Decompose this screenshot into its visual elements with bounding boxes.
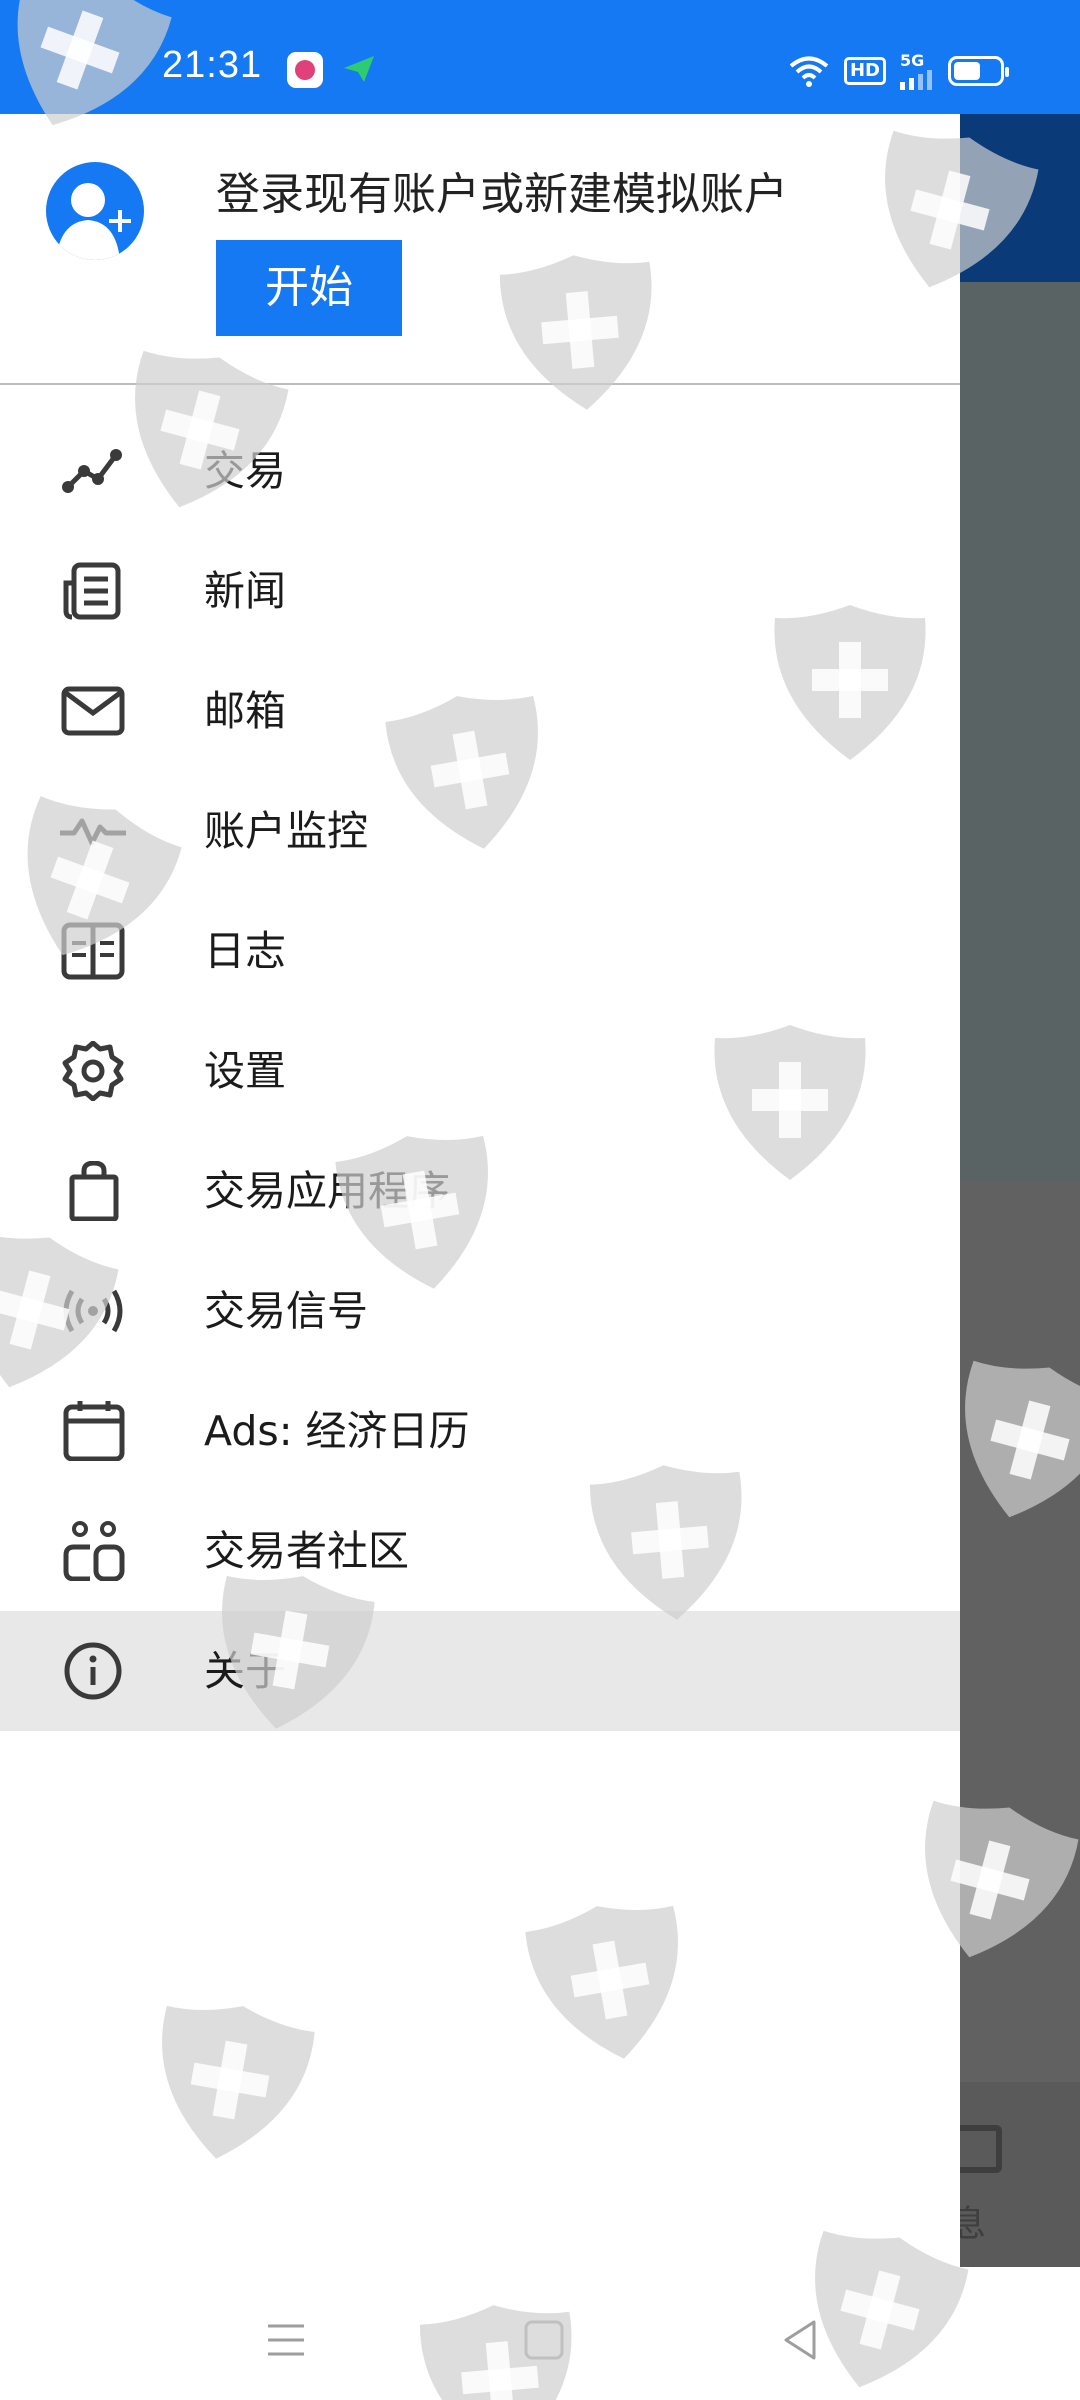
status-time: 21:31 [162,44,263,86]
background-tab-icon [960,2125,1002,2173]
journal-icon [61,922,125,980]
menu-item-mailbox[interactable]: 邮箱 [0,651,960,771]
back-nav-icon[interactable] [772,2310,832,2370]
drawer-menu: 交易 新闻 邮箱 账户监控 日志 设置 交易应用程序 交易信号 Ads: 经济日… [0,411,960,1731]
menu-item-label: 交易者社区 [204,1527,409,1575]
calendar-icon [63,1401,125,1461]
menu-item-label: Ads: 经济日历 [204,1407,470,1455]
menu-item-trade[interactable]: 交易 [0,411,960,531]
home-nav-icon[interactable] [514,2310,574,2370]
menu-item-account-monitor[interactable]: 账户监控 [0,771,960,891]
hd-badge: HD [843,57,886,85]
signal-bars-icon [900,70,932,90]
app-notification-icon [287,52,323,88]
start-button[interactable]: 开始 [216,240,402,336]
menu-item-economic-calendar[interactable]: Ads: 经济日历 [0,1371,960,1491]
menu-item-label: 新闻 [204,567,286,615]
menu-item-settings[interactable]: 设置 [0,1011,960,1131]
battery-icon [948,56,1009,86]
menu-item-label: 交易信号 [204,1287,368,1335]
drawer-header: 登录现有账户或新建模拟账户 开始 [0,114,960,384]
add-account-avatar-icon[interactable] [46,162,144,260]
network-type-badge: 5G [900,51,925,70]
trade-chart-icon [62,449,122,493]
menu-item-label: 日志 [204,927,286,975]
background-app-content-lower [960,1182,1080,2082]
signal-broadcast-icon [63,1289,123,1333]
menu-item-label: 交易应用程序 [204,1167,450,1215]
send-plane-icon [344,56,374,82]
background-app-content [960,282,1080,1182]
navigation-drawer: 登录现有账户或新建模拟账户 开始 交易 新闻 邮箱 账户监控 日志 设置 交易应… [0,114,960,2267]
menu-item-label: 交易 [204,447,286,495]
menu-item-label: 关于 [204,1647,286,1695]
menu-item-label: 账户监控 [204,807,368,855]
menu-item-news[interactable]: 新闻 [0,531,960,651]
info-icon [64,1642,122,1700]
menu-item-journal[interactable]: 日志 [0,891,960,1011]
menu-item-trading-apps[interactable]: 交易应用程序 [0,1131,960,1251]
background-app-header [960,114,1080,282]
news-icon [63,562,121,620]
pulse-icon [60,818,126,846]
menu-item-label: 邮箱 [204,687,286,735]
cell-signal: 5G [900,52,934,90]
menu-item-about[interactable]: 关于 [0,1611,960,1731]
header-divider [0,383,960,385]
status-bar: 21:31 HD 5G [0,0,1080,114]
shopping-bag-icon [69,1161,119,1221]
menu-item-label: 设置 [204,1047,286,1095]
community-icon [63,1521,125,1581]
gear-icon [62,1041,124,1101]
wifi-icon [789,56,829,87]
menu-nav-icon[interactable] [256,2310,316,2370]
signin-prompt: 登录现有账户或新建模拟账户 [216,169,788,220]
menu-item-trading-signals[interactable]: 交易信号 [0,1251,960,1371]
mail-icon [61,686,125,736]
menu-item-trader-community[interactable]: 交易者社区 [0,1491,960,1611]
